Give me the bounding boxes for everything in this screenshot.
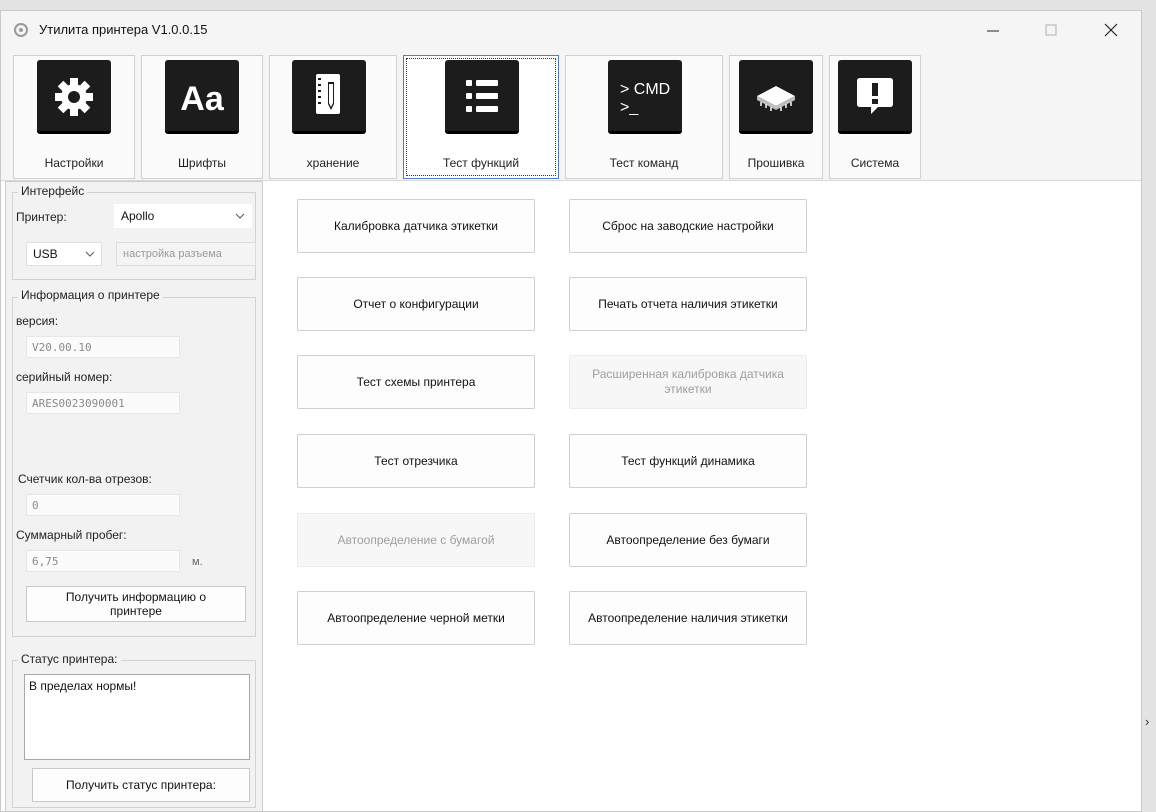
printer-utility-app-icon (14, 23, 28, 37)
tab-label: Шрифты (177, 156, 227, 170)
tab-label: хранение (306, 156, 360, 170)
cmd-icon: > CMD >_ (608, 60, 682, 134)
version-field: V20.00.10 (26, 336, 180, 358)
printer-select[interactable]: Apollo (114, 204, 252, 228)
printer-info-title: Информация о принтере (18, 288, 163, 302)
chip-icon (739, 60, 813, 134)
mileage-unit: м. (192, 556, 203, 568)
close-icon (1104, 23, 1118, 37)
cmd-icon-line-1: > CMD (620, 81, 670, 98)
minimize-button[interactable] (971, 11, 1015, 47)
tab-system[interactable]: Система (829, 55, 921, 179)
printer-label: Принтер: (16, 210, 67, 224)
port-settings-button[interactable]: настройка разъема (116, 242, 256, 266)
list-icon (445, 60, 519, 134)
black-mark-auto-detect-button[interactable]: Автоопределение черной метки (297, 591, 535, 645)
mileage-label: Суммарный пробег: (16, 528, 127, 542)
alert-icon (838, 60, 912, 134)
title-bar: Утилита принтера V1.0.0.15 (1, 11, 1141, 47)
tab-label: Тест команд (609, 156, 679, 170)
tab-firmware[interactable]: Прошивка (729, 55, 823, 179)
speaker-test-button[interactable]: Тест функций динамика (569, 434, 807, 488)
tab-fonts[interactable]: Aa Шрифты (141, 55, 263, 179)
close-button[interactable] (1089, 11, 1133, 47)
auto-detect-with-paper-button: Автоопределение с бумагой (297, 513, 535, 567)
get-status-button[interactable]: Получить статус принтера: (32, 768, 250, 802)
factory-reset-button[interactable]: Сброс на заводские настройки (569, 199, 807, 253)
cut-counter-field: 0 (26, 494, 180, 516)
config-report-button[interactable]: Отчет о конфигурации (297, 277, 535, 331)
cmd-icon-line-2: >_ (620, 99, 639, 116)
auto-detect-without-paper-button[interactable]: Автоопределение без бумаги (569, 513, 807, 567)
label-sensor-calibration-button[interactable]: Калибровка датчика этикетки (297, 199, 535, 253)
tab-label: Система (850, 156, 900, 170)
interface-group-title: Интерфейс (18, 184, 88, 198)
chevron-down-icon (235, 213, 245, 219)
label-presence-report-button[interactable]: Печать отчета наличия этикетки (569, 277, 807, 331)
status-text-area[interactable]: В пределах нормы! (24, 674, 250, 760)
get-printer-info-button[interactable]: Получить информацию о принтере (26, 586, 246, 622)
mileage-field: 6,75 (26, 550, 180, 572)
minimize-icon (987, 30, 999, 32)
tab-label: Настройки (44, 156, 104, 170)
cut-counter-label: Счетчик кол-ва отрезов: (18, 472, 152, 486)
maximize-icon (1045, 24, 1057, 36)
port-select[interactable]: USB (26, 242, 102, 266)
tab-settings[interactable]: Настройки (13, 55, 135, 179)
tab-label: Прошивка (747, 156, 805, 170)
serial-number-field: ARES0023090001 (26, 392, 180, 414)
window-title: Утилита принтера V1.0.0.15 (39, 22, 208, 37)
serial-number-label: серийный номер: (16, 370, 113, 384)
label-presence-auto-detect-button[interactable]: Автоопределение наличия этикетки (569, 591, 807, 645)
port-select-value: USB (33, 247, 58, 261)
version-label: версия: (16, 314, 59, 328)
tab-storage[interactable]: хранение (269, 55, 397, 179)
tab-function-test[interactable]: Тест функций (403, 55, 559, 179)
notebook-pencil-icon (292, 60, 366, 134)
maximize-button[interactable] (1029, 11, 1073, 47)
chevron-down-icon (85, 251, 95, 257)
font-icon: Aa (165, 60, 239, 134)
printer-circuit-test-button[interactable]: Тест схемы принтера (297, 355, 535, 409)
status-group-title: Статус принтера: (18, 652, 121, 666)
printer-select-value: Apollo (121, 209, 155, 223)
left-panel: Интерфейс Принтер: Apollo USB настройка … (5, 181, 263, 811)
cutter-test-button[interactable]: Тест отрезчика (297, 434, 535, 488)
tab-toolbar: Настройки Aa Шрифты хранение Тест функци… (1, 47, 1141, 181)
font-icon-text: Aa (180, 80, 225, 118)
tab-command-test[interactable]: > CMD >_ Тест команд (565, 55, 723, 179)
tab-label: Тест функций (442, 156, 520, 170)
app-window: Утилита принтера V1.0.0.15 Настройки Aa … (0, 10, 1142, 812)
chevron-right-icon: › (1145, 714, 1150, 729)
gear-icon (37, 60, 111, 134)
extended-calibration-button: Расширенная калибровка датчика этикетки (569, 355, 807, 409)
